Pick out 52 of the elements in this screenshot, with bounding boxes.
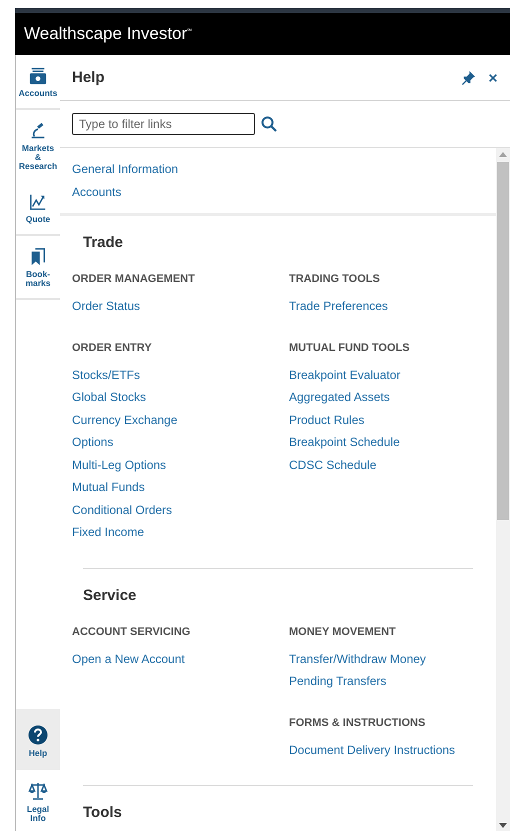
group-heading: MONEY MOVEMENT <box>289 624 397 640</box>
sidebar-item[interactable]: Accounts <box>16 55 60 108</box>
help-link[interactable]: Product Rules <box>289 408 484 431</box>
help-link[interactable]: Fixed Income <box>72 521 289 544</box>
help-link[interactable]: Aggregated Assets <box>289 386 484 408</box>
help-link[interactable]: Document Delivery Instructions <box>289 738 473 761</box>
group-heading: ORDER MANAGEMENT <box>72 272 196 287</box>
panel-title: Help <box>72 69 106 86</box>
help-link[interactable]: Mutual Funds <box>72 476 289 498</box>
scales-icon <box>28 781 48 801</box>
sidebar-item[interactable]: Quote <box>16 181 60 234</box>
group-heading: FORMS & INSTRUCTIONS <box>289 716 426 730</box>
scroll-down-icon[interactable] <box>499 823 507 828</box>
help-link[interactable]: Stocks/ETFs <box>72 364 289 386</box>
scrollbar-thumb[interactable] <box>497 162 509 520</box>
microscope-icon <box>29 122 47 140</box>
help-icon <box>28 724 48 744</box>
help-link[interactable]: Transfer/Withdraw Money <box>289 648 473 670</box>
help-link[interactable]: Pending Transfers <box>289 670 473 692</box>
help-link[interactable]: Options <box>72 431 289 454</box>
section-title: Service <box>83 586 138 606</box>
close-icon[interactable] <box>488 72 498 82</box>
sidebar-item[interactable]: Legal Info <box>16 770 60 831</box>
help-link[interactable]: Global Stocks <box>72 386 289 408</box>
chart-icon <box>29 193 47 211</box>
sidebar-item[interactable]: Help <box>16 709 60 770</box>
help-link[interactable]: Accounts <box>72 180 484 203</box>
sidebar-item[interactable]: Book-marks <box>16 236 60 298</box>
help-link[interactable]: Open a New Account <box>72 648 289 670</box>
app-title: Wealthscape Investor$^{℠}$ <box>24 24 192 44</box>
group-heading: ACCOUNT SERVICING <box>72 624 192 640</box>
pin-icon[interactable] <box>461 70 476 85</box>
help-link[interactable]: General Information <box>72 158 484 180</box>
section-title: Trade <box>83 233 124 253</box>
help-link[interactable]: Conditional Orders <box>72 498 289 521</box>
bookmarks-icon <box>29 248 47 266</box>
help-link[interactable]: CDSC Schedule <box>289 454 484 476</box>
help-link[interactable]: Order Status <box>72 295 289 318</box>
group-heading: ORDER ENTRY <box>72 340 153 356</box>
help-link[interactable]: Breakpoint Schedule <box>289 431 484 454</box>
help-link[interactable]: Multi-Leg Options <box>72 454 289 476</box>
group-heading: TRADING TOOLS <box>289 272 381 287</box>
help-link[interactable]: Trade Preferences <box>289 295 484 318</box>
scrollbar[interactable] <box>496 148 510 831</box>
help-link[interactable]: Currency Exchange <box>72 408 289 431</box>
box-icon <box>29 67 47 85</box>
sidebar-item[interactable]: Markets & Research <box>16 110 60 181</box>
help-link[interactable]: Breakpoint Evaluator <box>289 364 484 386</box>
search-field[interactable]: Type to filter links <box>72 113 255 135</box>
group-heading: MUTUAL FUND TOOLS <box>289 340 411 356</box>
search-icon[interactable] <box>261 116 277 132</box>
section-title: Tools <box>83 803 123 823</box>
